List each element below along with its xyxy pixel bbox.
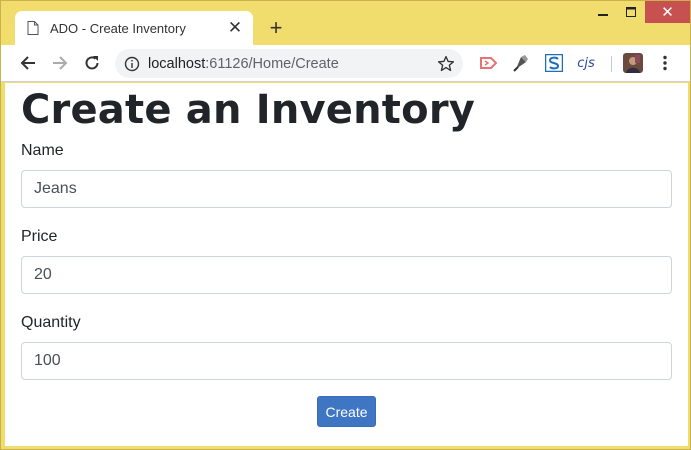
paint-icon[interactable] [511, 53, 531, 73]
price-input[interactable] [21, 256, 672, 294]
quantity-label: Quantity [21, 314, 81, 331]
name-input[interactable] [21, 170, 672, 208]
address-bar[interactable]: localhost:61126/Home/Create [115, 49, 463, 78]
cjs-label: cjs [577, 55, 595, 71]
s-extension-glyph [545, 54, 563, 72]
close-icon: ✕ [661, 4, 674, 21]
page-title: Create an Inventory [21, 87, 476, 133]
maximize-button[interactable] [617, 1, 645, 23]
pocket-glyph [480, 57, 498, 69]
profile-avatar[interactable] [622, 52, 644, 74]
create-button[interactable]: Create [317, 396, 376, 427]
quantity-input[interactable] [21, 342, 672, 380]
reload-icon [85, 56, 99, 70]
url-host: localhost [148, 55, 206, 72]
paint-glyph [513, 55, 528, 72]
minimize-icon [598, 14, 608, 16]
back-button[interactable] [15, 50, 41, 76]
reload-button[interactable] [79, 50, 105, 76]
browser-tab[interactable]: ADO - Create Inventory ✕ [15, 11, 253, 45]
page-icon [27, 21, 39, 35]
back-arrow-icon [20, 56, 35, 70]
browser-window: ADO - Create Inventory ✕ + ✕ localhost:6… [0, 0, 691, 450]
price-label: Price [21, 228, 58, 245]
bookmark-star-icon[interactable] [437, 55, 455, 73]
menu-button[interactable] [655, 53, 675, 73]
cjs-extension-icon[interactable]: cjs [576, 53, 596, 73]
window-close-button[interactable]: ✕ [645, 1, 690, 23]
page-content: Create an Inventory Name Price Quantity … [5, 83, 688, 446]
tab-title: ADO - Create Inventory [50, 20, 186, 36]
tab-close-icon[interactable]: ✕ [221, 14, 249, 42]
name-label: Name [21, 142, 64, 159]
tab-strip: ADO - Create Inventory ✕ + ✕ [1, 1, 690, 45]
info-icon[interactable] [124, 56, 140, 72]
maximize-icon [626, 7, 636, 17]
forward-button[interactable] [47, 50, 73, 76]
new-tab-button[interactable]: + [263, 15, 289, 41]
avatar-icon [623, 53, 643, 73]
kebab-menu-icon [663, 55, 667, 71]
toolbar-separator [611, 56, 612, 72]
forward-arrow-icon [53, 56, 68, 70]
url-path: :61126/Home/Create [205, 55, 339, 72]
minimize-button[interactable] [589, 1, 617, 23]
browser-toolbar: localhost:61126/Home/Create cjs [1, 45, 690, 82]
s-extension-icon[interactable] [544, 53, 564, 73]
pocket-icon[interactable] [479, 53, 499, 73]
